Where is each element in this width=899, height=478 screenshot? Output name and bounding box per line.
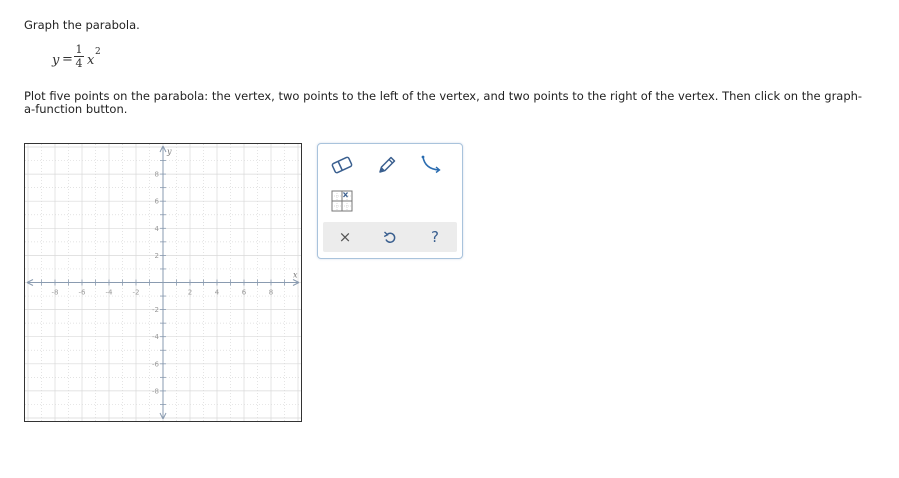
- graphing-toolbox: × ?: [317, 143, 463, 259]
- undo-button[interactable]: [376, 224, 404, 250]
- coordinate-plane[interactable]: -8 -6 -4 -2 2 4 6 8 8 6 4 2 -2 -4 -6 -8 x y: [25, 144, 301, 421]
- y-tick-label: -6: [152, 360, 160, 368]
- pencil-icon: [379, 156, 396, 173]
- y-axis-label: y: [166, 147, 172, 156]
- x-tick-label: 2: [188, 289, 192, 297]
- y-tick-label: -8: [152, 387, 159, 395]
- x-tick-label: -2: [133, 289, 140, 297]
- x-tick-label: 6: [242, 289, 247, 297]
- clear-button[interactable]: ×: [331, 224, 359, 250]
- fraction-numerator: 1: [75, 43, 83, 56]
- x-tick-label: -6: [79, 289, 87, 297]
- x-tick-label: -4: [106, 289, 114, 297]
- question-instructions: Plot five points on the parabola: the ve…: [24, 89, 863, 116]
- equation-exponent: 2: [95, 47, 101, 57]
- graph-area[interactable]: -8 -6 -4 -2 2 4 6 8 8 6 4 2 -2 -4 -6 -8 x y: [24, 143, 302, 422]
- action-bar: × ?: [323, 222, 457, 252]
- eraser-icon: [331, 156, 353, 174]
- equation-variable: x: [87, 53, 95, 68]
- y-tick-label: -4: [152, 333, 160, 341]
- graph-function-button[interactable]: [328, 188, 356, 214]
- graph-function-icon: [331, 190, 353, 212]
- equation-equals: =: [62, 52, 73, 67]
- y-tick-label: -2: [152, 306, 159, 314]
- y-tick-label: 8: [155, 171, 159, 179]
- y-tick-label: 4: [155, 225, 160, 233]
- parabola-equation: y = 1 4 x 2: [52, 44, 112, 74]
- undo-icon: [383, 231, 396, 243]
- curve-tool-button[interactable]: [417, 152, 445, 178]
- x-tick-label: 8: [269, 289, 273, 297]
- question-prompt: Graph the parabola.: [24, 18, 140, 32]
- curve-icon: [421, 155, 441, 174]
- x-axis-label: x: [293, 271, 298, 280]
- help-button[interactable]: ?: [421, 224, 449, 250]
- pencil-tool-button[interactable]: [373, 152, 401, 178]
- y-tick-label: 2: [155, 252, 159, 260]
- equation-lhs: y: [52, 53, 60, 68]
- equation-fraction: 1 4: [74, 44, 84, 69]
- y-tick-label: 6: [155, 198, 160, 206]
- x-tick-label: -8: [52, 289, 59, 297]
- x-tick-label: 4: [215, 289, 220, 297]
- fraction-denominator: 4: [75, 57, 83, 70]
- eraser-tool-button[interactable]: [328, 152, 356, 178]
